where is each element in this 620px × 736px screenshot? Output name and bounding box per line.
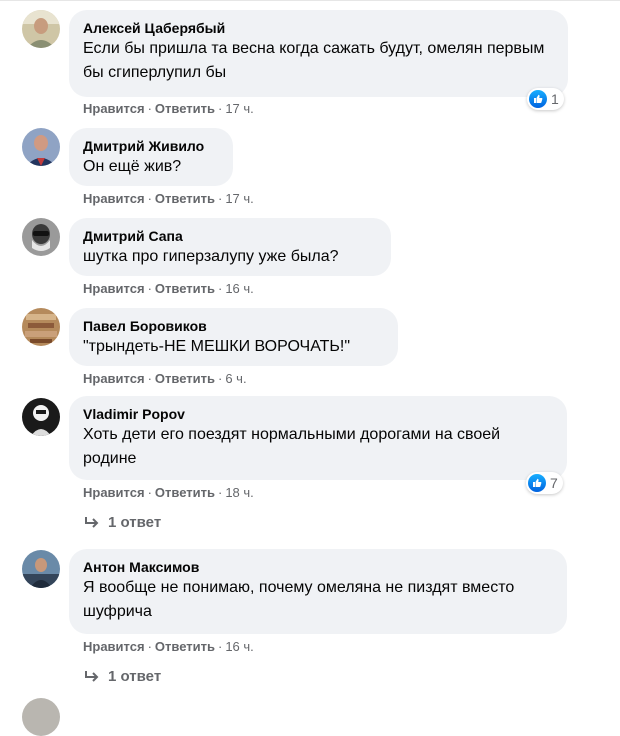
comment-actions: Нравится · Ответить · 18 ч. (83, 485, 254, 500)
comment-bubble: Антон Максимов Я вообще не понимаю, поче… (69, 549, 567, 634)
comment-time[interactable]: 18 ч. (225, 485, 253, 500)
avatar[interactable] (22, 308, 60, 346)
comment-bubble: Vladimir Popov Хоть дети его поездят нор… (69, 396, 567, 480)
comment-bubble: Дмитрий Сапа шутка про гиперзалупу уже б… (69, 218, 391, 276)
avatar[interactable] (22, 128, 60, 166)
reply-arrow-icon (85, 516, 99, 528)
user-avatar-icon (22, 218, 60, 256)
user-avatar-icon (22, 550, 60, 588)
like-reaction-icon (528, 474, 546, 492)
comment-text: Он ещё жив? (83, 158, 182, 175)
comment-actions: Нравится · Ответить · 16 ч. (83, 639, 254, 654)
avatar[interactable] (22, 10, 60, 48)
comment-actions: Нравится · Ответить · 17 ч. (83, 101, 254, 116)
like-link[interactable]: Нравится (83, 191, 145, 206)
view-replies-link[interactable]: 1 ответ (84, 514, 161, 531)
reply-link[interactable]: Ответить (155, 281, 215, 296)
user-avatar-icon (22, 10, 60, 48)
like-link[interactable]: Нравится (83, 639, 145, 654)
like-link[interactable]: Нравится (83, 371, 145, 386)
comment-author[interactable]: Павел Боровиков (83, 317, 384, 335)
comment-time[interactable]: 17 ч. (225, 191, 253, 206)
view-replies-link[interactable]: 1 ответ (84, 668, 161, 685)
comment-text: Я вообще не понимаю, почему омеляна не п… (83, 579, 515, 620)
comment-author[interactable]: Дмитрий Сапа (83, 227, 377, 245)
previous-content-edge (0, 0, 620, 7)
comment-time[interactable]: 17 ч. (225, 101, 253, 116)
replies-count: 1 ответ (108, 514, 162, 531)
reaction-count[interactable]: 1 (527, 88, 564, 110)
reaction-count-value: 7 (550, 475, 558, 491)
comment-text: Если бы пришла та весна когда сажать буд… (83, 40, 545, 81)
comment-time[interactable]: 16 ч. (225, 281, 253, 296)
reply-link[interactable]: Ответить (155, 371, 215, 386)
reply-arrow-icon (85, 670, 99, 682)
comment-text: "трындеть-НЕ МЕШКИ ВОРОЧАТЬ!" (83, 338, 351, 355)
comment-author[interactable]: Антон Максимов (83, 558, 553, 576)
like-link[interactable]: Нравится (83, 281, 145, 296)
comment-text: Хоть дети его поездят нормальными дорога… (83, 426, 501, 467)
avatar[interactable] (22, 550, 60, 588)
reply-link[interactable]: Ответить (155, 639, 215, 654)
replies-count: 1 ответ (108, 668, 162, 685)
like-link[interactable]: Нравится (83, 101, 145, 116)
user-avatar-icon (22, 128, 60, 166)
comment-author[interactable]: Vladimir Popov (83, 405, 553, 423)
like-reaction-icon (529, 90, 547, 108)
user-avatar-icon (22, 398, 60, 436)
comment-author[interactable]: Дмитрий Живило (83, 137, 219, 155)
reaction-count[interactable]: 7 (526, 472, 563, 494)
comment-time[interactable]: 6 ч. (225, 371, 246, 386)
comment-bubble: Алексей Цаберябый Если бы пришла та весн… (69, 10, 568, 97)
reply-link[interactable]: Ответить (155, 485, 215, 500)
comment-time[interactable]: 16 ч. (225, 639, 253, 654)
comment-actions: Нравится · Ответить · 6 ч. (83, 371, 247, 386)
avatar[interactable] (22, 218, 60, 256)
reply-link[interactable]: Ответить (155, 101, 215, 116)
comment-text: шутка про гиперзалупу уже была? (83, 248, 339, 265)
comment-actions: Нравится · Ответить · 17 ч. (83, 191, 254, 206)
comment-bubble: Дмитрий Живило Он ещё жив? (69, 128, 233, 186)
like-link[interactable]: Нравится (83, 485, 145, 500)
comment-actions: Нравится · Ответить · 16 ч. (83, 281, 254, 296)
avatar[interactable] (22, 398, 60, 436)
reaction-count-value: 1 (551, 91, 559, 107)
reply-link[interactable]: Ответить (155, 191, 215, 206)
user-avatar-icon (22, 308, 60, 346)
comment-author[interactable]: Алексей Цаберябый (83, 19, 554, 37)
comment-bubble: Павел Боровиков "трындеть-НЕ МЕШКИ ВОРОЧ… (69, 308, 398, 366)
avatar[interactable] (22, 698, 60, 736)
